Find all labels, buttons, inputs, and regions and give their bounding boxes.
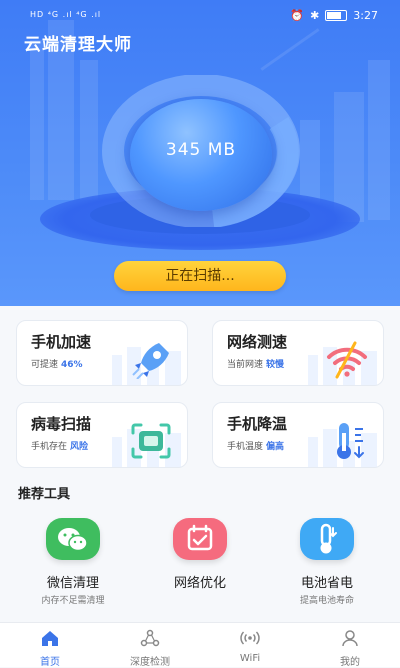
thermometer-icon [337,423,364,459]
tool-icon-tile [46,518,100,560]
signal-indicators: HD ⁴G .ıl ⁴G .ıl [30,10,102,19]
scan-button[interactable]: 正在扫描... [114,261,286,291]
tool-network-optimize[interactable]: 网络优化 [145,518,255,593]
tool-icon-tile [173,518,227,560]
tool-icon-tile [300,518,354,560]
background-building [80,60,98,200]
tool-label: 网络优化 [173,576,226,591]
wifi-icon [327,341,367,379]
background-building [30,40,44,200]
tab-label: WiFi [239,653,261,664]
card-virus-scan[interactable]: 病毒扫描 手机存在 风险 [16,402,188,468]
card-phone-cooling[interactable]: 手机降温 手机温度 偏高 [212,402,384,468]
tool-label: 微信清理 [46,576,99,591]
status-bar: HD ⁴G .ıl ⁴G .ıl ⏰ ✱ 3:27 [0,0,400,30]
home-icon [42,631,58,646]
status-icons: ⏰ ✱ 3:27 [290,9,378,22]
card-subtitle: 当前网速 较慢 [227,360,285,370]
card-title: 手机降温 [227,415,288,433]
tool-wechat-clean[interactable]: 微信清理 内存不足需清理 [18,518,128,606]
card-network-speed[interactable]: 网络测速 当前网速 较慢 [212,320,384,386]
card-title: 网络测速 [227,333,288,351]
storage-size: 345 MB [165,140,237,160]
wifi-signal-icon [240,631,260,645]
alarm-icon: ⏰ [290,9,305,22]
clock-time: 3:27 [353,9,378,22]
tool-label: 电池省电 [300,576,353,591]
profile-icon [342,630,358,647]
detect-icon [140,629,160,647]
card-highlight: 46% [61,360,83,370]
card-title: 手机加速 [31,333,92,351]
recommended-tools-title: 推荐工具 [18,487,71,502]
bluetooth-icon: ✱ [310,9,320,22]
tool-subtitle: 提高电池寿命 [299,596,354,606]
calendar-check-icon [187,524,213,551]
tab-profile[interactable]: 我的 [310,623,390,668]
rocket-icon [132,343,169,379]
card-highlight: 偏高 [266,442,285,452]
bottom-tab-bar: 首页 深度检测 WiFi 我的 [0,622,400,668]
card-subtitle: 可提速 46% [31,360,83,370]
background-building [368,60,390,220]
thermometer-icon [320,523,337,554]
scan-icon [131,423,171,459]
tab-deep-detect[interactable]: 深度检测 [110,623,190,668]
app-title: 云端清理大师 [24,35,132,55]
tab-wifi[interactable]: WiFi [210,623,290,667]
card-subtitle: 手机存在 风险 [31,442,89,452]
tab-home[interactable]: 首页 [10,623,90,668]
tool-subtitle: 内存不足需清理 [41,596,105,606]
background-streak [260,28,320,71]
card-title: 病毒扫描 [31,415,92,433]
wechat-icon [58,528,88,552]
battery-icon [325,10,348,21]
card-subtitle: 手机温度 偏高 [227,442,285,452]
card-phone-boost[interactable]: 手机加速 可提速 46% [16,320,188,386]
tool-battery-save[interactable]: 电池省电 提高电池寿命 [272,518,382,606]
card-highlight: 较慢 [266,360,285,370]
card-highlight: 风险 [70,442,89,452]
